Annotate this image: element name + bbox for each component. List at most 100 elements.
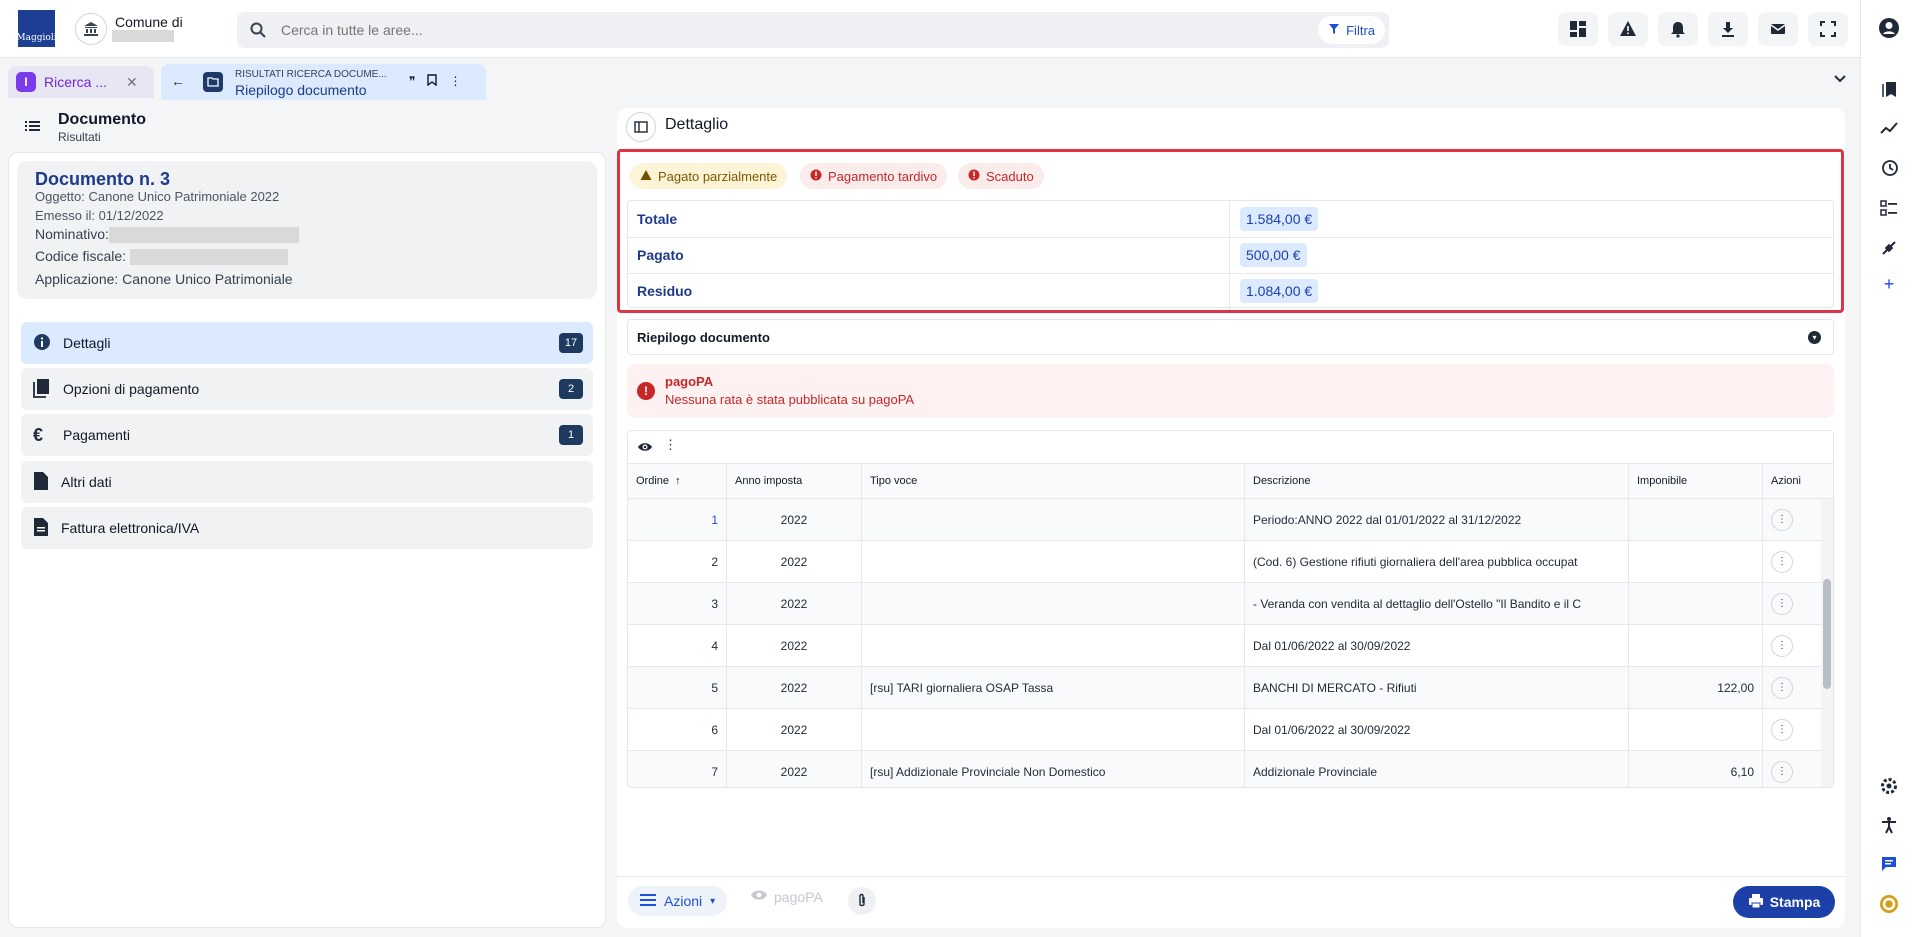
search-input[interactable] [281,12,1261,48]
cell-ordine: 7 [628,751,727,787]
scrollbar-thumb[interactable] [1823,579,1831,689]
download-icon[interactable] [1708,12,1748,46]
right-rail: + [1860,0,1915,937]
history-icon[interactable] [1878,157,1900,179]
cell-imponibile [1629,625,1763,666]
column-divider [1229,201,1230,237]
mail-icon[interactable] [1758,12,1798,46]
warning-icon [640,169,652,184]
bookmarks-icon[interactable] [1878,78,1900,100]
menu-count: 2 [559,379,583,399]
cell-anno: 2022 [727,625,862,666]
summary-value: 1.584,00 € [1240,207,1319,231]
tab-ricerca[interactable]: I Ricerca ... ✕ [8,66,154,98]
bell-icon[interactable] [1658,12,1698,46]
paperclip-icon[interactable] [848,887,876,915]
pagopa-button[interactable]: pagoPA [750,888,823,905]
tab-riepilogo-documento[interactable]: ← RISULTATI RICERCA DOCUME... Riepilogo … [161,64,486,100]
table-row[interactable]: 3 2022 - Veranda con vendita al dettagli… [628,583,1833,625]
ordine-value: 1 [711,512,718,527]
column-header-ordine[interactable]: Ordine ↑ [628,464,727,498]
table-row[interactable]: 4 2022 Dal 01/06/2022 al 30/09/2022 ⋮ [628,625,1833,667]
fullscreen-icon[interactable] [1808,12,1848,46]
column-header-anno[interactable]: Anno imposta [727,464,862,498]
filter-button[interactable]: Filtra [1318,16,1385,44]
more-vertical-icon[interactable]: ⋮ [664,437,677,453]
cell-tipo: [rsu] TARI giornaliera OSAP Tassa [862,667,1245,708]
file-icon [33,471,49,494]
status-badge-partial: Pagato parzialmente [630,163,788,189]
cell-ordine: 1 [628,499,727,540]
menu-item-fattura-elettronica[interactable]: Fattura elettronica/IVA [21,507,593,549]
summary-value: 500,00 € [1240,243,1307,267]
bookmark-icon[interactable] [427,74,438,89]
list-icon[interactable] [22,108,42,139]
voci-grid: ⋮ Ordine ↑ Anno imposta Tipo voce Descri… [627,430,1834,788]
row-menu-icon[interactable]: ⋮ [1771,508,1793,531]
menu-item-altri-dati[interactable]: Altri dati [21,461,593,503]
add-icon[interactable]: + [1878,273,1900,295]
cf-label: Codice fiscale: [35,248,127,264]
tab-subtitle: RISULTATI RICERCA DOCUME... [235,69,387,80]
comune-name-redacted [112,30,174,42]
status-badge-late: Pagamento tardivo [800,163,948,189]
bank-icon[interactable] [75,13,107,45]
row-menu-icon[interactable]: ⋮ [1771,592,1793,615]
maggioli-logo[interactable]: Maggioli [16,10,57,47]
column-header-tipo[interactable]: Tipo voce [862,464,1245,498]
menu-item-dettagli[interactable]: Dettagli 17 [21,322,593,364]
summary-value: 1.084,00 € [1240,279,1319,303]
status-badge-expired: Scaduto [958,163,1044,189]
row-menu-icon[interactable]: ⋮ [1771,550,1793,573]
menu-label: Dettagli [63,335,111,351]
eye-icon[interactable] [637,439,653,458]
row-menu-icon[interactable]: ⋮ [1771,718,1793,741]
plugin-icon[interactable] [1878,237,1900,259]
summary-table: Totale 1.584,00 € Pagato 500,00 € Residu… [627,200,1834,310]
warning-icon[interactable] [1608,12,1648,46]
cell-tipo [862,709,1245,750]
column-header-imponibile[interactable]: Imponibile [1629,464,1763,498]
column-header-descrizione[interactable]: Descrizione [1245,464,1629,498]
more-vertical-icon[interactable]: ⋮ [449,74,461,89]
document-emesso: Emesso il: 01/12/2022 [35,208,164,223]
menu-item-opzioni-pagamento[interactable]: Opzioni di pagamento 2 [21,368,593,410]
azioni-menu-button[interactable]: Azioni ▾ [628,886,728,916]
table-row[interactable]: 2 2022 (Cod. 6) Gestione rifiuti giornal… [628,541,1833,583]
expand-icon[interactable]: ▾ [1808,331,1821,344]
cell-imponibile [1629,499,1763,540]
close-icon[interactable]: ✕ [126,74,138,91]
row-menu-icon[interactable]: ⋮ [1771,760,1793,783]
column-header-label: Ordine [636,475,670,487]
table-row[interactable]: 1 2022 Periodo:ANNO 2022 dal 01/01/2022 … [628,499,1833,541]
chevron-down-icon[interactable] [1833,72,1847,87]
cell-anno: 2022 [727,541,862,582]
menu-label: Pagamenti [63,427,130,443]
table-row[interactable]: 7 2022 [rsu] Addizionale Provinciale Non… [628,751,1833,787]
search-bar[interactable]: Filtra [237,12,1389,48]
riepilogo-accordion[interactable]: Riepilogo documento ▾ [627,319,1834,355]
settings-icon[interactable] [1878,775,1900,797]
logo-text: Maggioli [16,33,57,43]
accessibility-icon[interactable] [1878,814,1900,836]
account-icon[interactable] [1878,17,1900,39]
chat-icon[interactable] [1878,853,1900,875]
menu-item-pagamenti[interactable]: € Pagamenti 1 [21,414,593,456]
error-icon: ! [637,382,655,400]
quote-icon[interactable]: ❞ [409,74,415,89]
table-row[interactable]: 6 2022 Dal 01/06/2022 al 30/09/2022 ⋮ [628,709,1833,751]
sidebar-toggle-icon[interactable] [626,112,656,142]
checklist-icon[interactable] [1878,197,1900,219]
tab-ricerca-label: Ricerca ... [44,74,108,90]
stampa-button[interactable]: Stampa [1733,886,1835,918]
grid-scrollbar[interactable] [1821,499,1833,787]
table-row[interactable]: 5 2022 [rsu] TARI giornaliera OSAP Tassa… [628,667,1833,709]
support-icon[interactable] [1878,893,1900,915]
back-arrow-icon[interactable]: ← [171,73,185,89]
dashboard-icon[interactable] [1558,12,1598,46]
row-menu-icon[interactable]: ⋮ [1771,634,1793,657]
document-card: Documento n. 3 Oggetto: Canone Unico Pat… [17,161,597,299]
row-menu-icon[interactable]: ⋮ [1771,676,1793,699]
cell-azioni: ⋮ [1763,625,1823,666]
trend-icon[interactable] [1878,117,1900,139]
